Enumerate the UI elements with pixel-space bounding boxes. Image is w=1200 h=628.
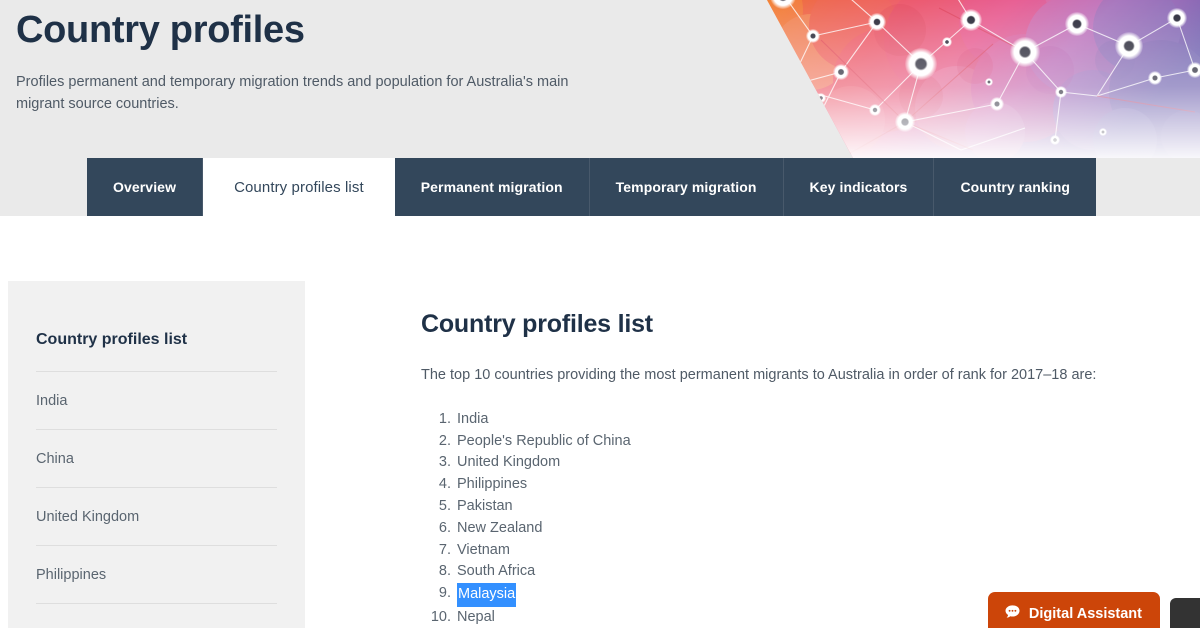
sidebar-item-next[interactable] xyxy=(36,603,277,628)
list-item: 4. Philippines xyxy=(421,474,1181,496)
rank-number: 8. xyxy=(438,563,451,580)
section-tab-bar: Overview Country profiles list Permanent… xyxy=(87,158,1097,216)
tab-label: Permanent migration xyxy=(420,179,563,195)
list-item: 7. Vietnam xyxy=(421,540,1181,562)
tab-permanent-migration[interactable]: Permanent migration xyxy=(394,158,590,216)
tab-label: Temporary migration xyxy=(615,179,757,195)
rank-number: 7. xyxy=(438,541,451,558)
list-item: 5. Pakistan xyxy=(421,496,1181,518)
page-title: Country profiles xyxy=(16,9,305,51)
sidebar-item-label: China xyxy=(36,450,74,467)
sidebar-item-label: Philippines xyxy=(36,566,107,583)
tab-label: Key indicators xyxy=(809,179,908,195)
list-item: 8. South Africa xyxy=(421,561,1181,583)
rank-number: 6. xyxy=(438,519,451,536)
hero-text-block: Country profiles Profiles permanent and … xyxy=(16,0,716,116)
tab-country-profiles-list[interactable]: Country profiles list xyxy=(203,158,395,216)
tab-temporary-migration[interactable]: Temporary migration xyxy=(589,158,784,216)
rank-number: 10. xyxy=(430,608,451,625)
country-name: United Kingdom xyxy=(457,454,561,471)
tab-label: Overview xyxy=(113,179,177,195)
sidebar-item-united-kingdom[interactable]: United Kingdom xyxy=(36,487,277,545)
main-content: Country profiles list The top 10 countri… xyxy=(421,216,1181,628)
chat-bubble-icon xyxy=(1004,604,1021,625)
list-item: 1. India xyxy=(421,409,1181,431)
sidebar-item-philippines[interactable]: Philippines xyxy=(36,545,277,603)
country-name: Philippines xyxy=(457,476,528,493)
digital-assistant-button[interactable]: Digital Assistant xyxy=(987,592,1160,628)
tab-overview[interactable]: Overview xyxy=(87,158,204,216)
rank-number: 1. xyxy=(438,410,451,427)
content-heading: Country profiles list xyxy=(421,310,653,338)
page-root: Country profiles Profiles permanent and … xyxy=(0,0,1200,628)
tab-country-ranking[interactable]: Country ranking xyxy=(934,158,1097,216)
country-profiles-sidebar: Country profiles list India China United… xyxy=(8,281,305,628)
secondary-widget-tab[interactable] xyxy=(1170,598,1200,628)
sidebar-item-label: India xyxy=(36,392,68,409)
rank-number: 2. xyxy=(438,432,451,449)
list-item: 6. New Zealand xyxy=(421,518,1181,540)
content-intro-paragraph: The top 10 countries providing the most … xyxy=(421,367,1097,383)
tab-key-indicators[interactable]: Key indicators xyxy=(783,158,935,216)
rank-number: 4. xyxy=(438,476,451,493)
country-name-highlighted: Malaysia xyxy=(457,583,517,607)
country-name: South Africa xyxy=(457,563,536,580)
sidebar-item-china[interactable]: China xyxy=(36,429,277,487)
sidebar-item-india[interactable]: India xyxy=(36,371,277,429)
rank-number: 5. xyxy=(438,497,451,514)
digital-assistant-label: Digital Assistant xyxy=(1028,606,1142,622)
list-item: 2. People's Republic of China xyxy=(421,431,1181,453)
rank-number: 9. xyxy=(438,585,451,602)
sidebar-nav-list: India China United Kingdom Philippines xyxy=(8,371,305,628)
country-name: Vietnam xyxy=(457,541,510,558)
country-name: Nepal xyxy=(457,608,495,625)
list-item: 3. United Kingdom xyxy=(421,452,1181,474)
tab-label: Country profiles list xyxy=(234,178,364,196)
sidebar-item-label: United Kingdom xyxy=(36,508,140,525)
country-name: People's Republic of China xyxy=(457,432,631,449)
page-subtitle: Profiles permanent and temporary migrati… xyxy=(16,73,569,113)
country-name: Pakistan xyxy=(457,497,513,514)
country-name: New Zealand xyxy=(457,519,543,536)
rank-number: 3. xyxy=(438,454,451,471)
sidebar-heading: Country profiles list xyxy=(36,331,188,348)
tab-label: Country ranking xyxy=(960,179,1071,195)
country-name: India xyxy=(457,410,489,427)
floating-widget-row: Digital Assistant xyxy=(987,592,1200,628)
network-nodes-graphic xyxy=(767,0,1200,158)
page-body: Country profiles list India China United… xyxy=(0,216,1200,628)
